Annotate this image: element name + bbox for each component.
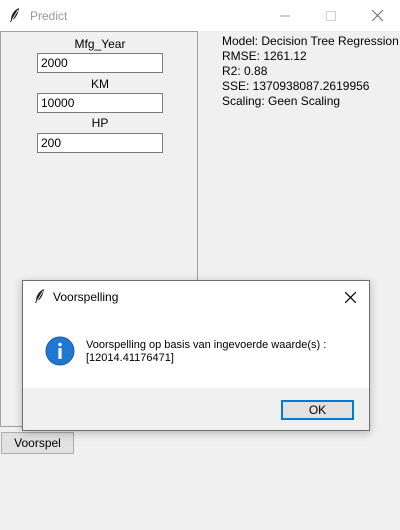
model-info: Model: Decision Tree Regression RMSE: 12… [222,34,399,109]
minimize-button[interactable] [262,0,308,31]
mfg-year-input[interactable] [37,53,163,73]
dialog-title: Voorspelling [53,290,119,304]
info-icon [45,336,75,366]
rmse-value: RMSE: 1261.12 [222,49,307,63]
dialog-message: Voorspelling op basis van ingevoerde waa… [86,339,356,365]
maximize-icon [326,10,336,21]
close-button[interactable] [354,0,400,31]
maximize-button[interactable] [308,0,354,31]
scaling-value: Scaling: Geen Scaling [222,94,341,108]
close-icon [371,10,383,21]
hp-input[interactable] [37,133,163,153]
r2-value: R2: 0.88 [222,64,268,78]
mfg-year-label: Mfg_Year [74,37,126,51]
km-label: KM [91,77,109,91]
dialog-message-line1: Voorspelling op basis van ingevoerde waa… [86,339,327,351]
close-icon [344,291,356,303]
feather-icon [35,289,44,303]
hp-label: HP [91,116,109,130]
predict-window: Predict Mfg_Year KM HP Model: Decision T… [0,0,400,530]
feather-icon [10,8,19,22]
km-input[interactable] [37,93,163,113]
window-title: Predict [30,9,68,23]
prediction-dialog: Voorspelling Voorspelling op basis van i… [22,280,370,431]
dialog-message-line2: [12014.41176471] [86,352,174,364]
predict-button[interactable]: Voorspel [1,432,74,454]
dialog-footer: OK [23,388,369,430]
window-titlebar[interactable]: Predict [0,0,400,31]
dialog-titlebar[interactable]: Voorspelling [23,281,369,312]
dialog-body: Voorspelling op basis van ingevoerde waa… [23,312,369,388]
minimize-icon [280,15,290,16]
model-name: Model: Decision Tree Regression [222,34,399,48]
dialog-close-button[interactable] [341,288,359,306]
ok-button[interactable]: OK [281,400,354,420]
sse-value: SSE: 1370938087.2619956 [222,79,370,93]
